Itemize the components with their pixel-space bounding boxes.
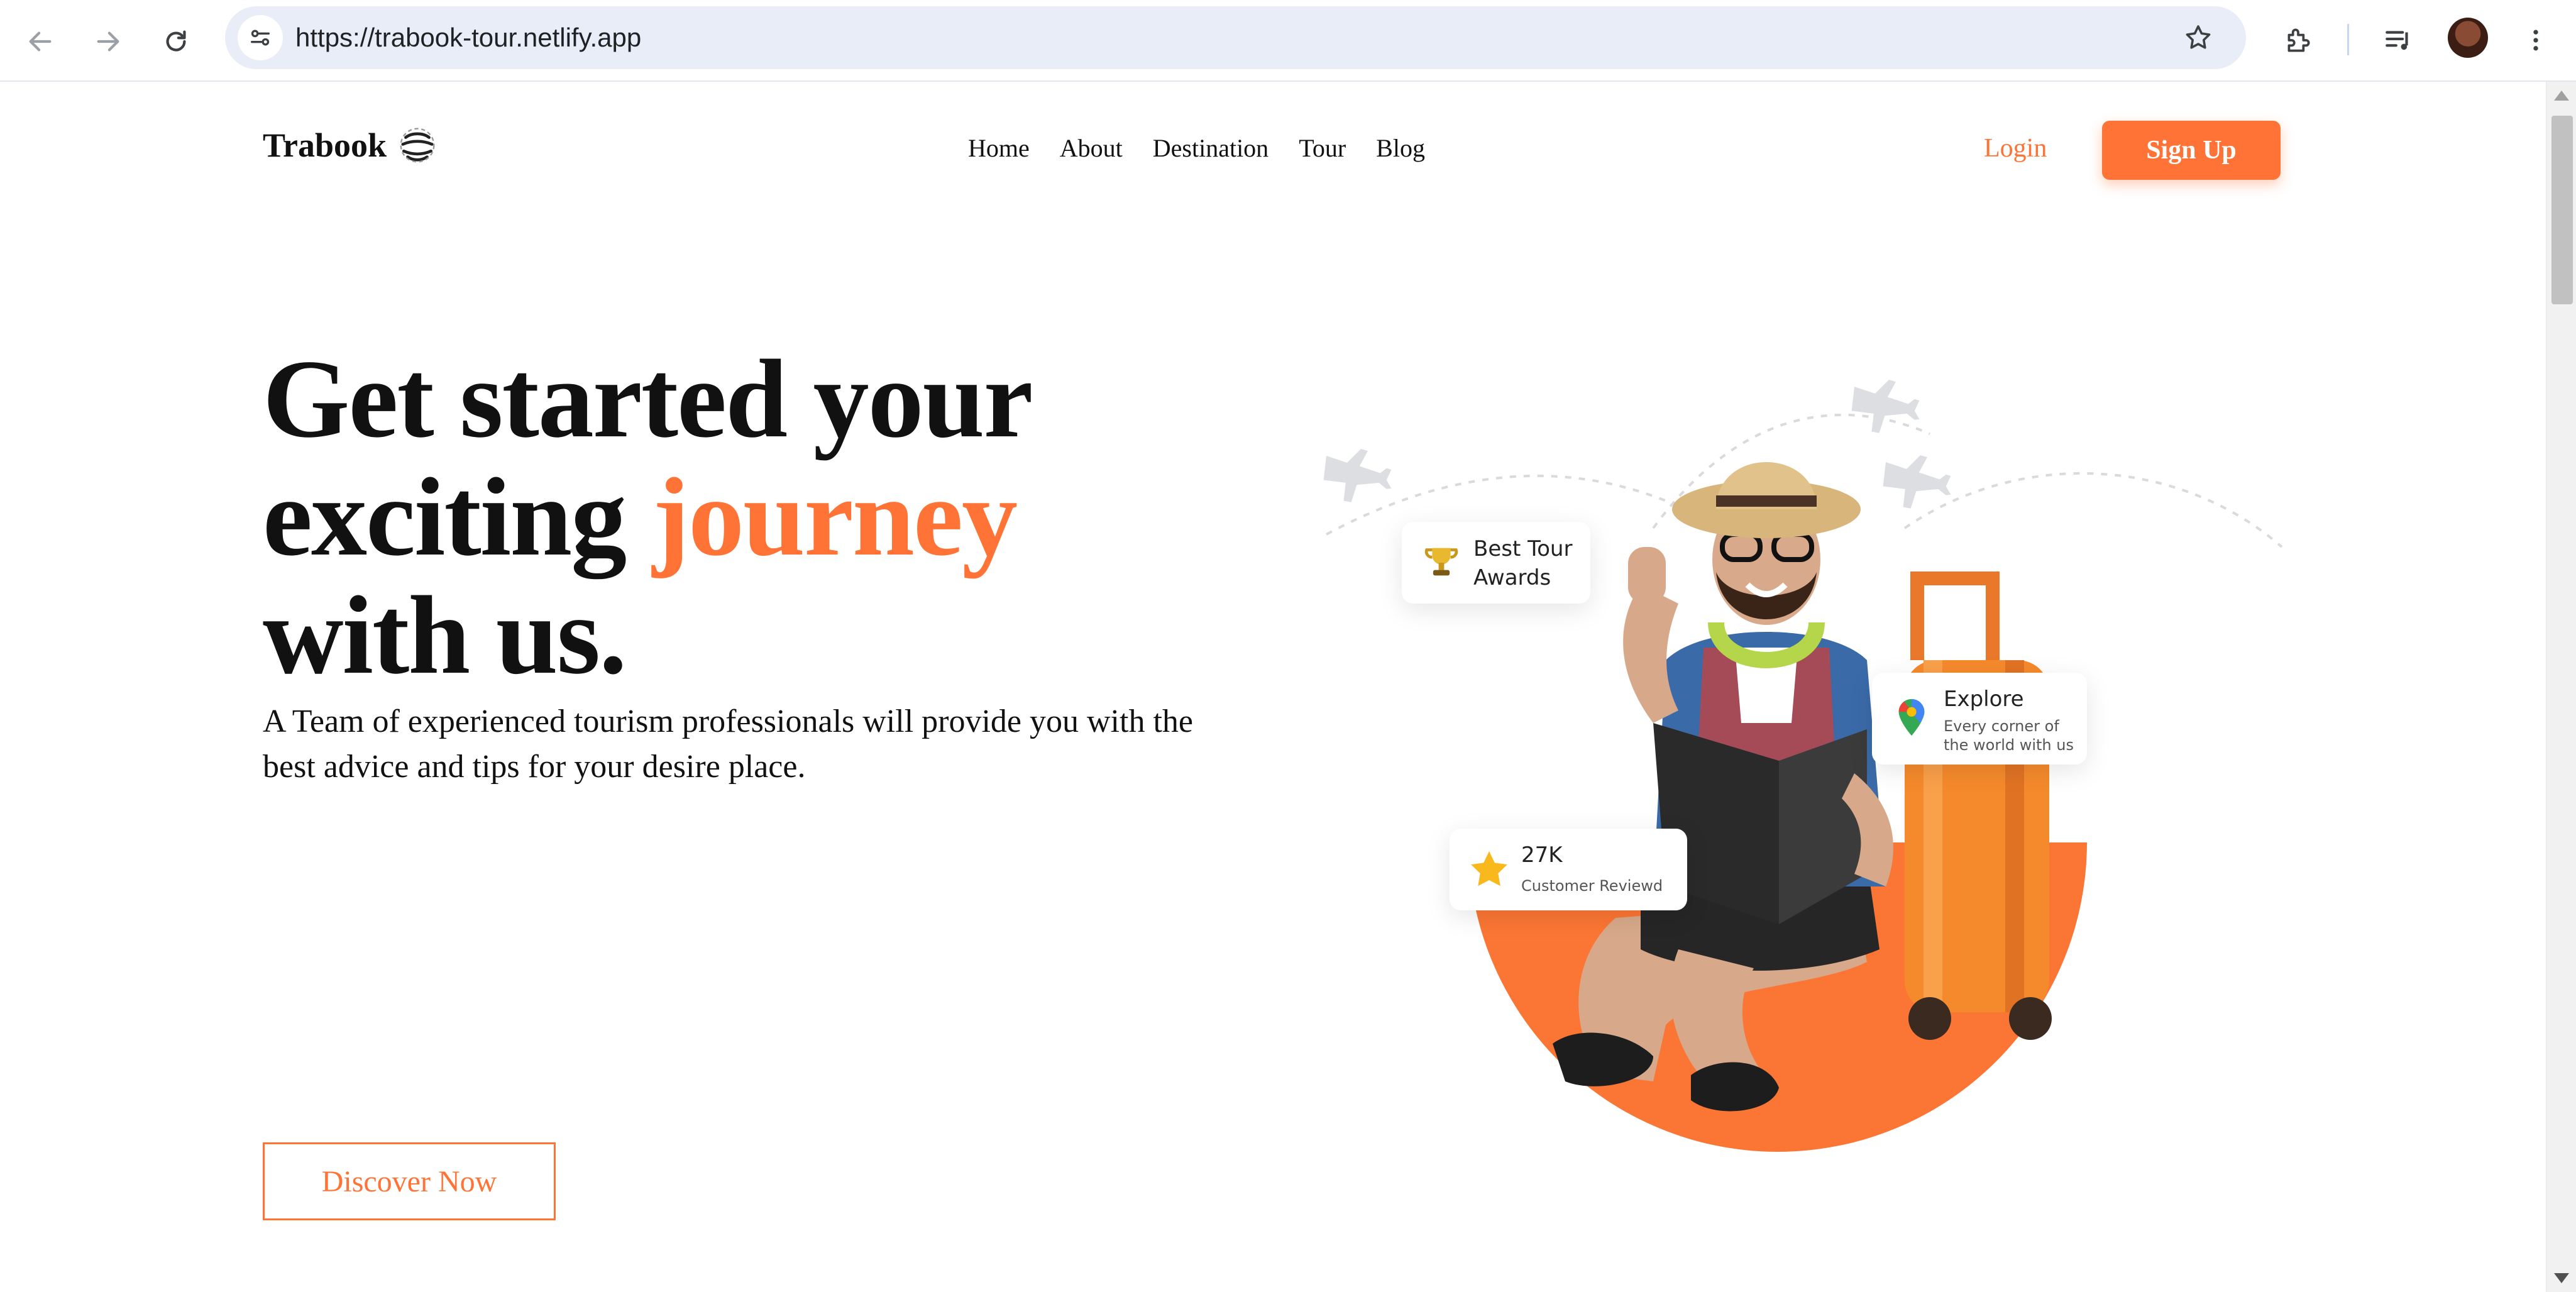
hero-title-line2: exciting <box>263 455 652 579</box>
site-logo[interactable]: Trabook <box>263 126 437 165</box>
address-bar[interactable]: https://trabook-tour.netlify.app <box>225 6 2246 69</box>
site-info-button[interactable] <box>238 15 283 60</box>
browser-menu-button[interactable] <box>2511 15 2561 65</box>
airplane-icon <box>1883 455 1951 509</box>
kebab-menu-icon <box>2533 30 2538 51</box>
hero-title-accent: journey <box>652 455 1018 579</box>
explore-badge: Explore Every corner of the world with u… <box>1872 673 2087 765</box>
bookmark-star-icon <box>2186 25 2211 49</box>
nav-link-destination[interactable]: Destination <box>1153 133 1269 163</box>
nav-link-home[interactable]: Home <box>968 133 1030 163</box>
airplane-icon <box>1323 449 1392 502</box>
map-pin-icon <box>1898 698 1925 736</box>
explore-title: Explore <box>1944 687 2024 712</box>
profile-avatar[interactable] <box>2448 18 2488 58</box>
reading-list-icon <box>2386 31 2408 50</box>
reload-button[interactable] <box>151 16 201 67</box>
hero-title: Get started your exciting journey with u… <box>263 340 1033 697</box>
reload-icon <box>166 30 186 52</box>
reviews-count: 27K <box>1521 842 1563 868</box>
site-info-icon <box>251 30 270 46</box>
scroll-up-arrow[interactable] <box>2554 91 2569 101</box>
forward-button[interactable] <box>83 16 133 67</box>
extensions-icon <box>2287 28 2310 52</box>
customer-reviews-badge: 27K Customer Reviewd <box>1450 829 1687 910</box>
reviews-caption: Customer Reviewd <box>1521 877 1663 895</box>
hero-subtitle: A Team of experienced tourism profession… <box>263 704 1193 785</box>
web-page: Trabook Home About Destination Tour Blog… <box>0 82 2546 1292</box>
best-tour-awards-badge: Best Tour Awards <box>1402 522 1590 604</box>
back-button[interactable] <box>15 16 65 67</box>
page-scrollbar[interactable] <box>2546 82 2576 1292</box>
bookmark-button[interactable] <box>2176 15 2221 60</box>
explore-caption: Every corner of the world with us <box>1944 717 2074 754</box>
scroll-thumb[interactable] <box>2551 116 2573 304</box>
logo-text: Trabook <box>263 126 387 164</box>
awards-title: Best Tour Awards <box>1473 536 1573 590</box>
login-link[interactable]: Login <box>1984 133 2047 163</box>
extensions-button[interactable] <box>2273 15 2323 65</box>
scroll-down-arrow[interactable] <box>2554 1273 2569 1283</box>
star-icon <box>1471 851 1507 886</box>
airplane-icon <box>1851 380 1920 433</box>
toolbar-divider <box>2347 24 2349 55</box>
url-text[interactable]: https://trabook-tour.netlify.app <box>295 6 641 69</box>
hero-title-line1: Get started your <box>263 336 1033 461</box>
hero-illustration: Best Tour Awards Explore Every corner of… <box>1301 321 2294 1201</box>
trophy-icon <box>1424 548 1458 576</box>
reading-list-button[interactable] <box>2374 15 2424 65</box>
hero-illustration-graphic <box>1323 380 2283 1152</box>
hero-title-line3: with us. <box>263 573 627 697</box>
signup-button[interactable]: Sign Up <box>2102 121 2281 180</box>
nav-link-tour[interactable]: Tour <box>1299 133 1346 163</box>
browser-toolbar: https://trabook-tour.netlify.app <box>0 0 2576 82</box>
nav-link-blog[interactable]: Blog <box>1376 133 1425 163</box>
back-arrow-icon <box>29 31 52 52</box>
forward-arrow-icon <box>97 31 119 52</box>
main-nav: Home About Destination Tour Blog <box>968 133 1425 163</box>
discover-now-button[interactable]: Discover Now <box>263 1142 556 1220</box>
nav-link-about[interactable]: About <box>1060 133 1123 163</box>
globe-logo-icon <box>400 128 435 163</box>
